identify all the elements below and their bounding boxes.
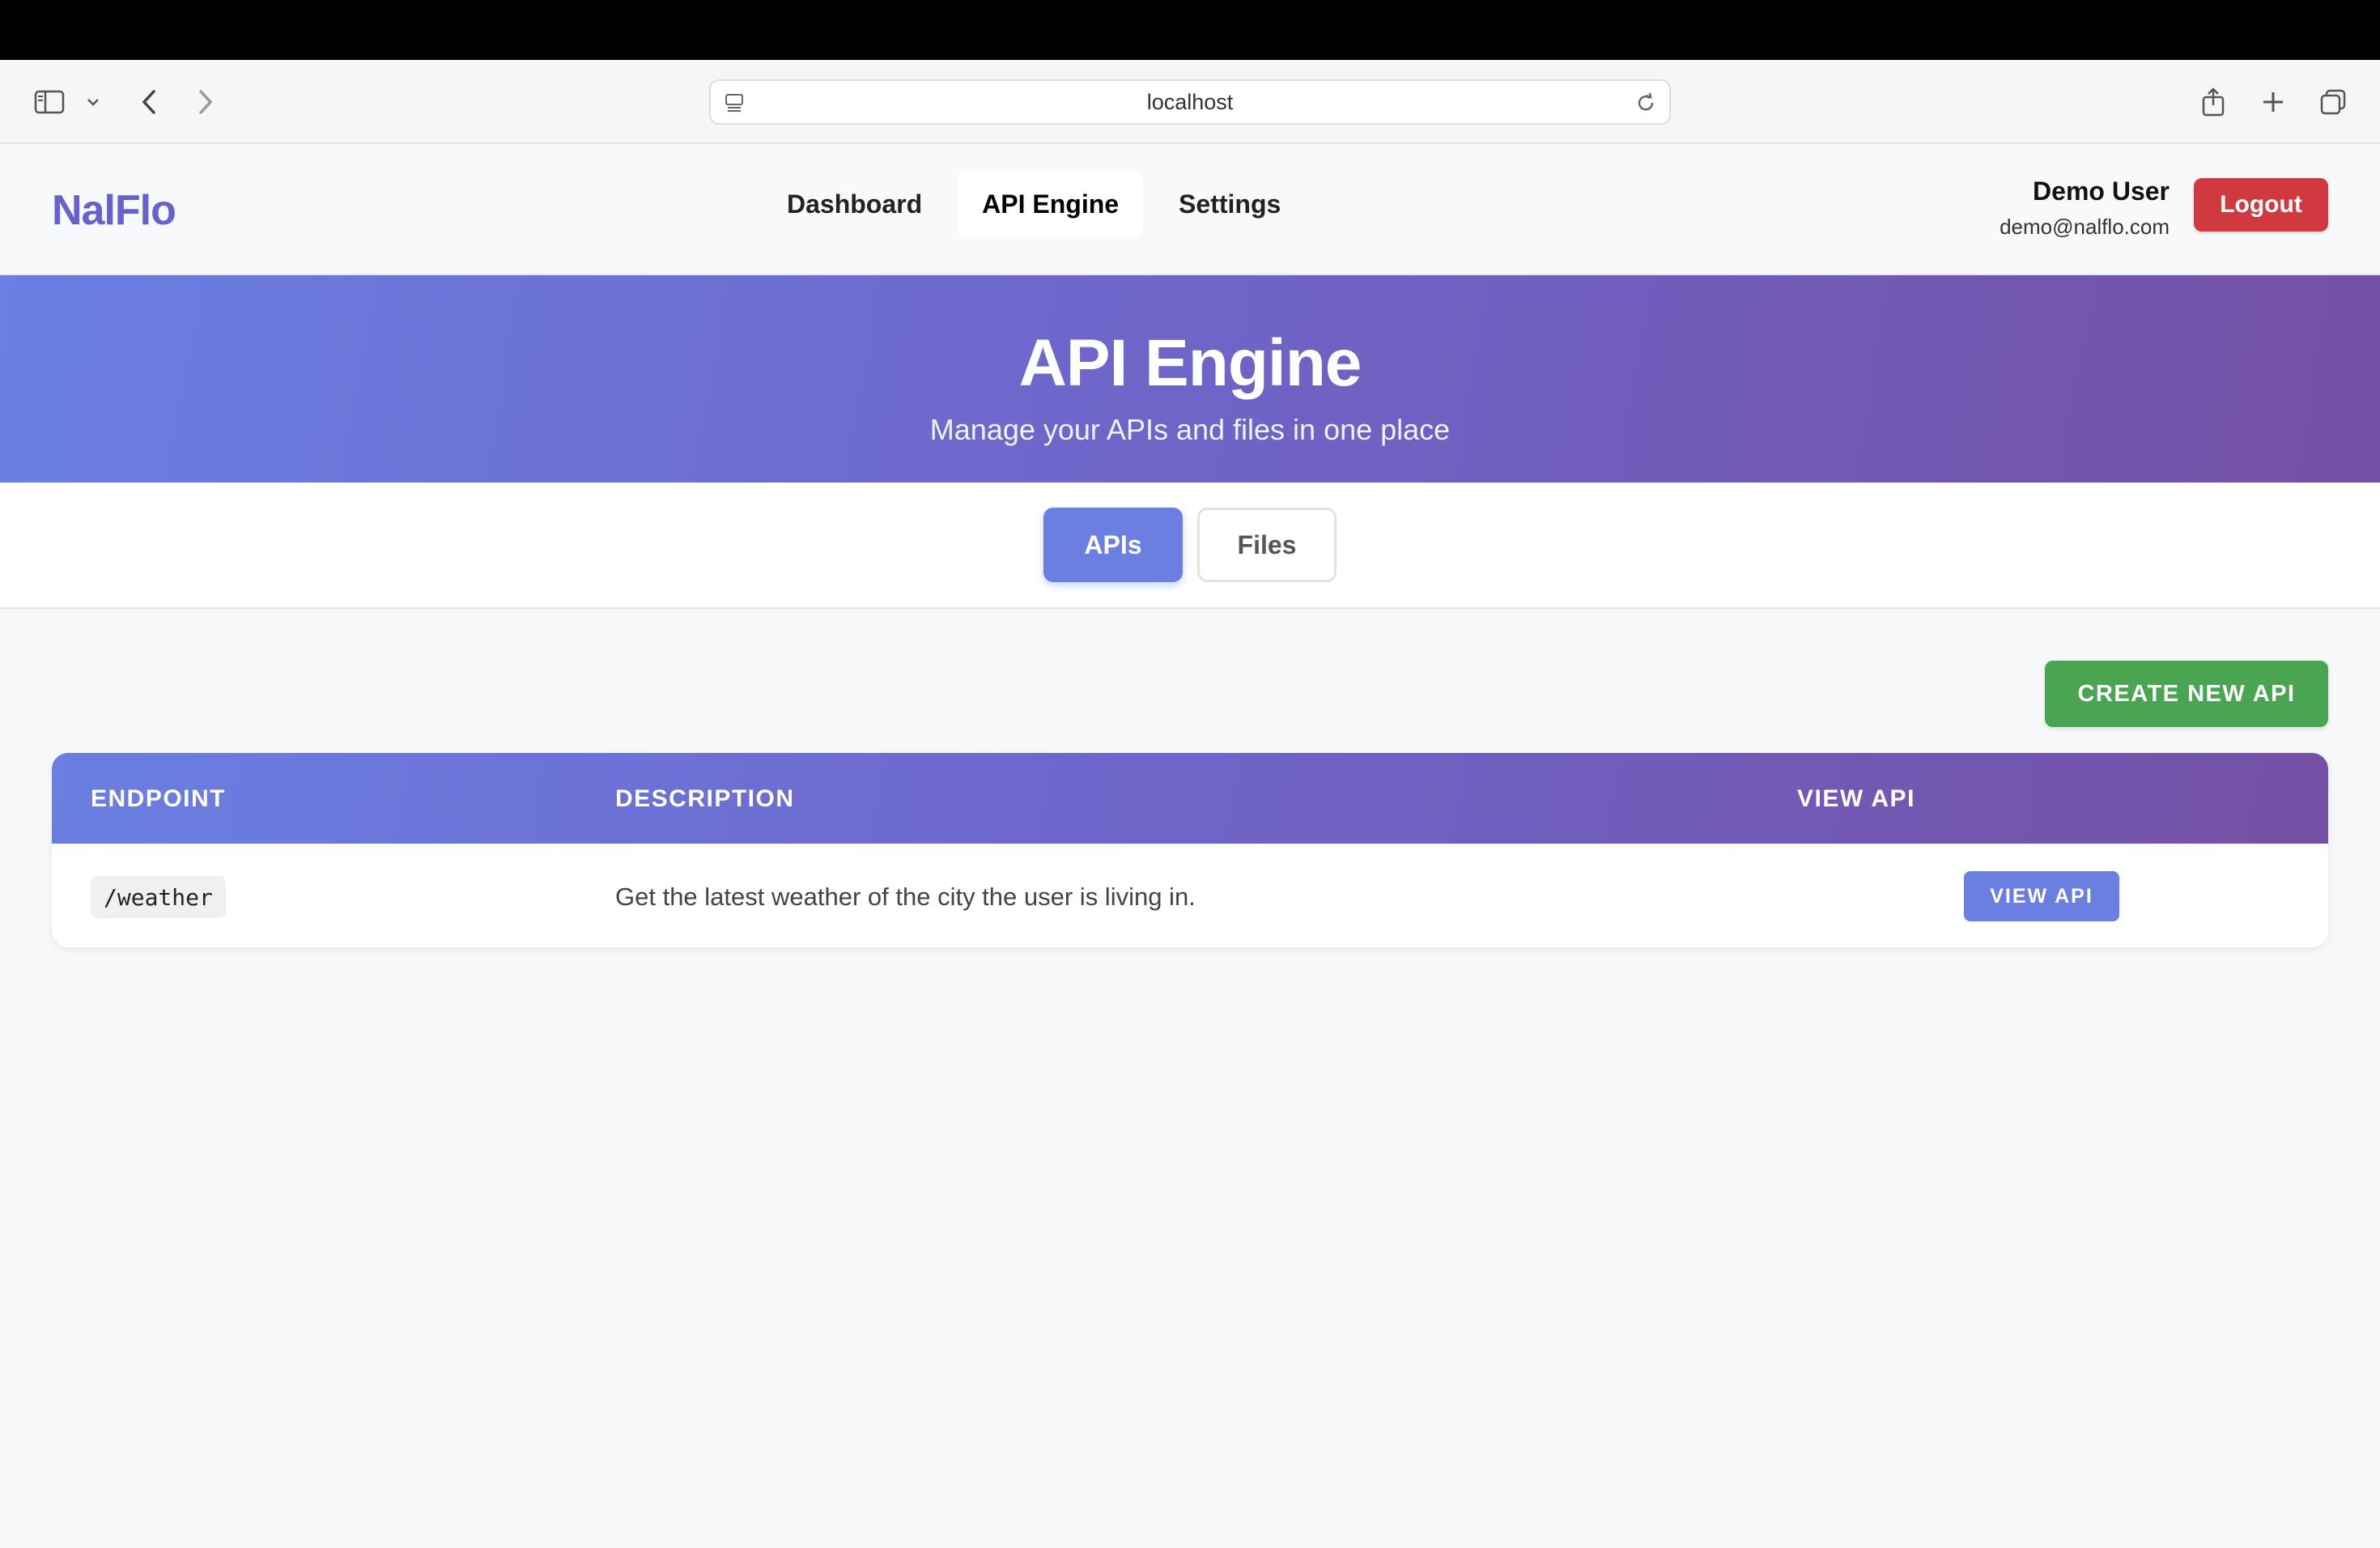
nav-api-engine[interactable]: API Engine xyxy=(958,172,1144,236)
create-new-api-button[interactable]: CREATE NEW API xyxy=(2045,661,2328,727)
tab-files[interactable]: Files xyxy=(1197,508,1337,582)
column-header-view-api: VIEW API xyxy=(1797,785,1915,812)
new-tab-icon[interactable] xyxy=(2255,60,2291,144)
forward-icon[interactable] xyxy=(189,60,222,144)
logo[interactable]: NalFlo xyxy=(52,186,176,235)
user-name: Demo User xyxy=(2033,176,2170,206)
sidebar-icon[interactable] xyxy=(29,60,70,144)
view-api-button[interactable]: VIEW API xyxy=(1964,871,2119,921)
reload-icon[interactable] xyxy=(1634,91,1658,121)
screen-top-bar xyxy=(0,0,2380,60)
app-header: NalFlo Dashboard API Engine Settings Dem… xyxy=(0,144,2380,275)
api-table: ENDPOINT DESCRIPTION VIEW API /weather G… xyxy=(52,753,2328,947)
main-nav: Dashboard API Engine Settings xyxy=(763,172,1305,236)
logout-button[interactable]: Logout xyxy=(2194,178,2328,232)
browser-toolbar: localhost xyxy=(0,60,2380,144)
tabs-overview-icon[interactable] xyxy=(2315,60,2351,144)
back-icon[interactable] xyxy=(133,60,165,144)
column-header-description: DESCRIPTION xyxy=(615,785,795,812)
endpoint-code: /weather xyxy=(91,876,226,918)
site-settings-icon[interactable] xyxy=(722,91,746,121)
share-icon[interactable] xyxy=(2195,60,2231,144)
nav-dashboard[interactable]: Dashboard xyxy=(763,172,946,236)
page-subtitle: Manage your APIs and files in one place xyxy=(929,413,1451,446)
column-header-endpoint: ENDPOINT xyxy=(91,785,227,812)
table-header: ENDPOINT DESCRIPTION VIEW API xyxy=(52,753,2328,844)
chevron-down-icon[interactable] xyxy=(83,60,104,144)
user-email: demo@nalflo.com xyxy=(2000,215,2170,239)
tab-apis[interactable]: APIs xyxy=(1043,508,1183,582)
tab-bar: APIs Files xyxy=(0,483,2380,609)
nav-settings[interactable]: Settings xyxy=(1154,172,1305,236)
url-text: localhost xyxy=(1146,89,1234,114)
hero-banner: API Engine Manage your APIs and files in… xyxy=(0,275,2380,483)
table-row: /weather Get the latest weather of the c… xyxy=(52,844,2328,947)
user-info: Demo User demo@nalflo.com xyxy=(2000,176,2170,240)
description-cell: Get the latest weather of the city the u… xyxy=(615,882,1196,911)
page-title: API Engine xyxy=(1018,326,1362,400)
address-bar[interactable]: localhost xyxy=(709,79,1671,125)
